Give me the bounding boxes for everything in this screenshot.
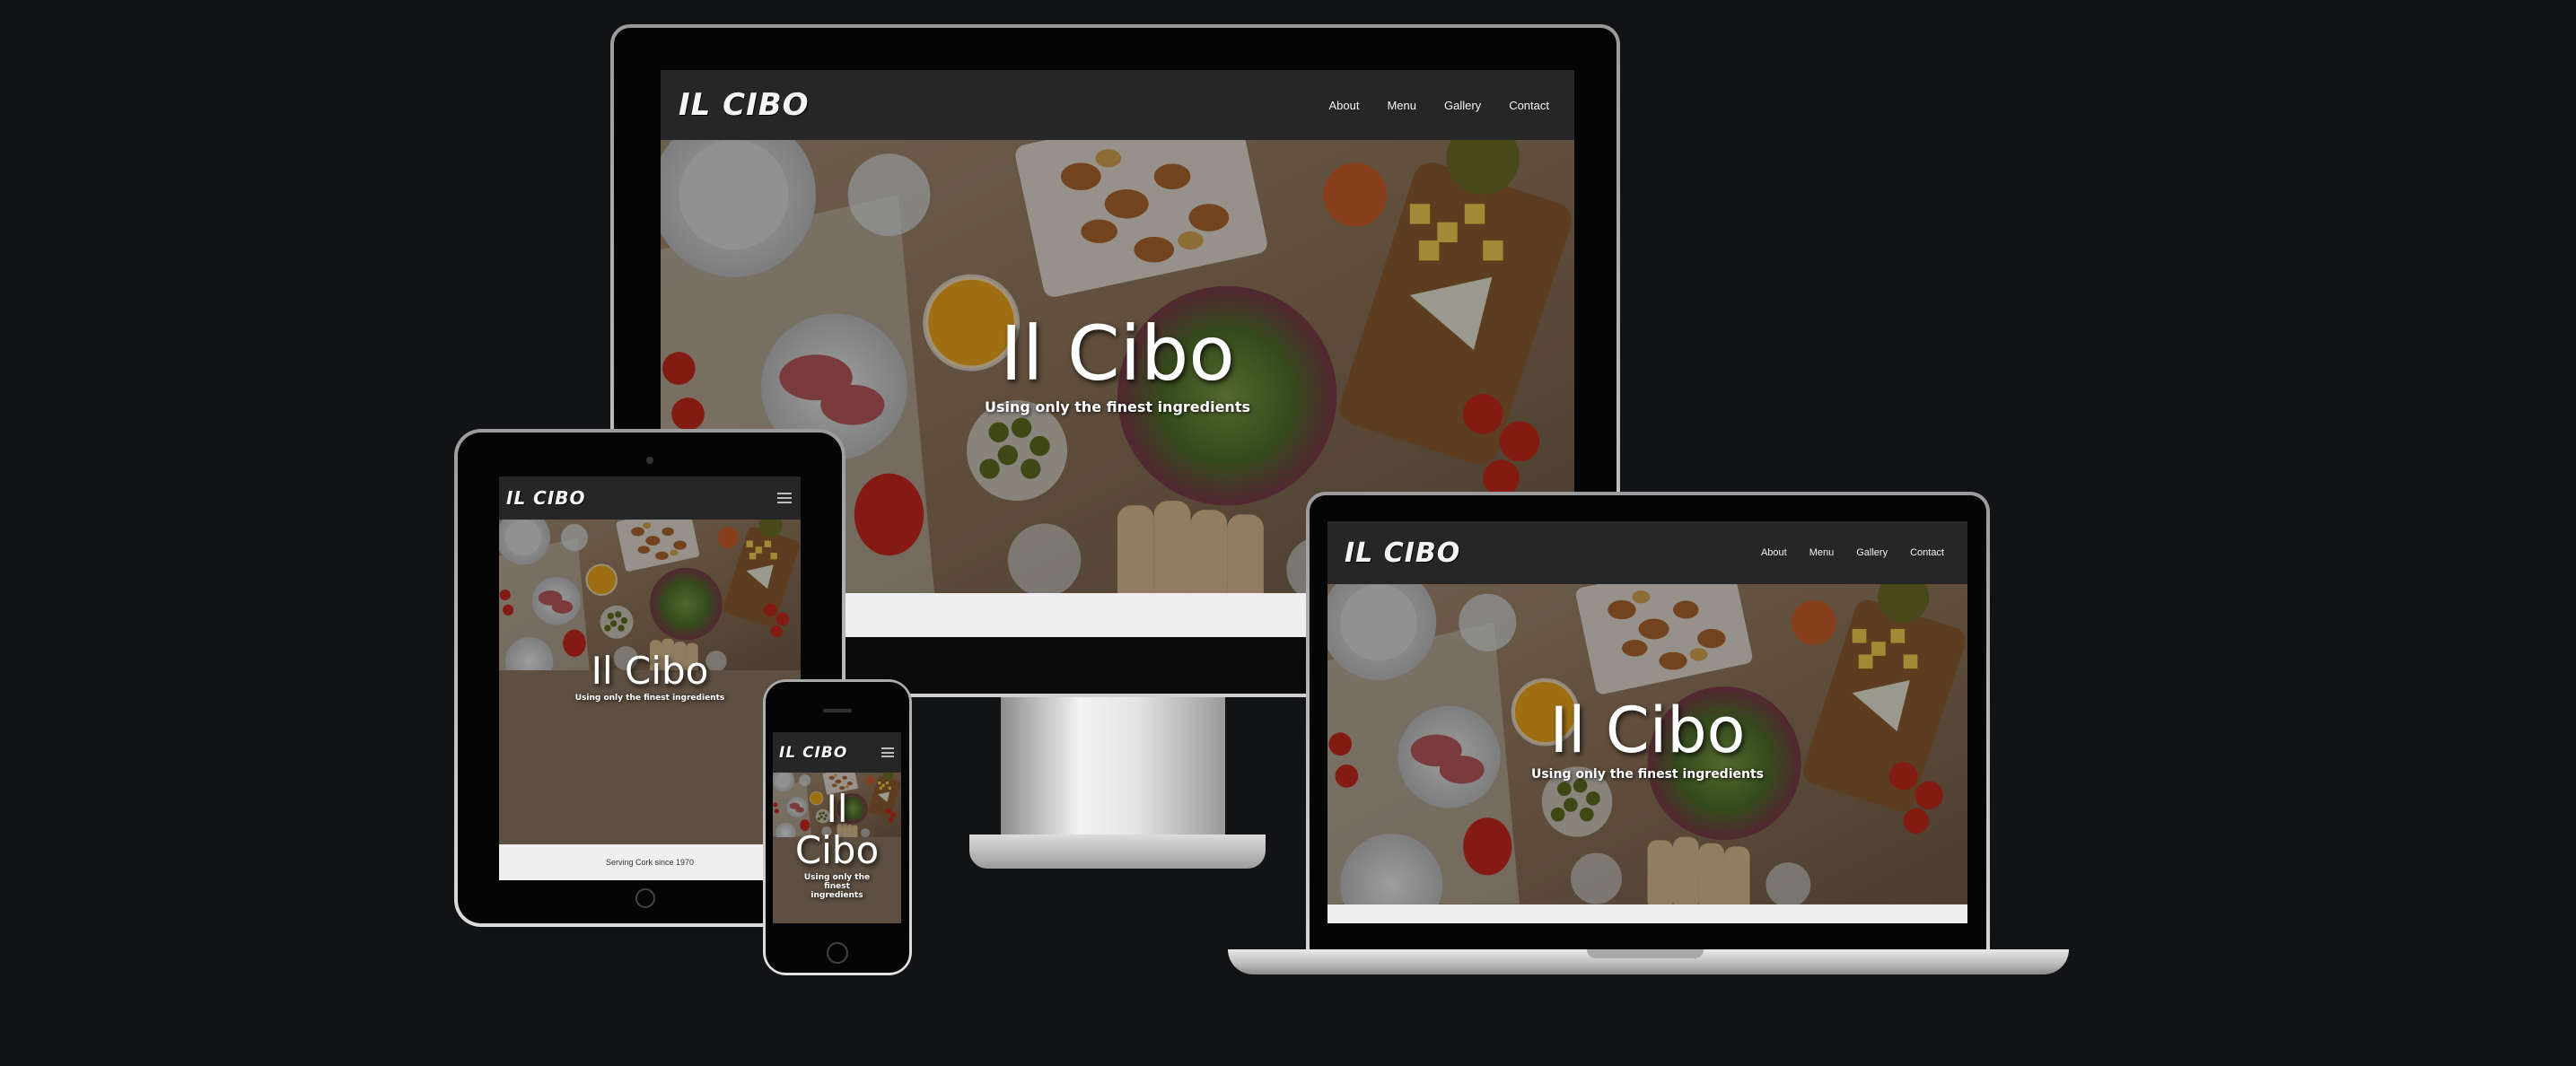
tablet-hero-subtitle: Using only the finest ingredients xyxy=(574,694,725,703)
phone-hero-title: Il Cibo xyxy=(794,787,880,873)
desktop-hero-title: Il Cibo xyxy=(1000,310,1235,398)
nav-about[interactable]: About xyxy=(1761,547,1787,558)
desktop-hero-subtitle: Using only the finest ingredients xyxy=(984,398,1250,415)
nav-gallery[interactable]: Gallery xyxy=(1444,99,1481,112)
laptop-hero-subtitle: Using only the finest ingredients xyxy=(1530,767,1764,782)
laptop-nav-links: About Menu Gallery Contact xyxy=(1761,547,1944,558)
monitor-stand-neck xyxy=(1001,691,1225,852)
tablet-hero-title: Il Cibo xyxy=(591,649,709,693)
hamburger-menu-icon[interactable] xyxy=(881,747,894,757)
tablet-logo[interactable]: IL CIBO xyxy=(506,487,586,509)
phone-logo[interactable]: IL CIBO xyxy=(779,744,847,762)
tablet-screen: IL CIBO Il Cibo Using only the finest in… xyxy=(499,476,801,880)
nav-contact[interactable]: Contact xyxy=(1509,99,1549,112)
hamburger-menu-icon[interactable] xyxy=(777,493,792,503)
tablet-footer-strip: Serving Cork since 1970 xyxy=(499,844,801,880)
phone-hero-subtitle: Using only the finest ingredients xyxy=(803,873,871,901)
phone-navbar: IL CIBO xyxy=(773,732,901,773)
nav-menu[interactable]: Menu xyxy=(1809,547,1835,558)
home-button-icon[interactable] xyxy=(635,888,655,908)
laptop-logo[interactable]: IL CIBO xyxy=(1345,537,1460,569)
laptop-hero-title: Il Cibo xyxy=(1549,694,1746,767)
monitor-stand-base xyxy=(969,834,1266,869)
laptop-trackpad-notch xyxy=(1587,949,1704,958)
tablet-hero: Il Cibo Using only the finest ingredient… xyxy=(499,520,801,844)
nav-about[interactable]: About xyxy=(1328,99,1359,112)
tablet-footer-text: Serving Cork since 1970 xyxy=(605,858,695,867)
laptop-screen: IL CIBO About Menu Gallery Contact Il Ci… xyxy=(1327,521,1967,923)
nav-gallery[interactable]: Gallery xyxy=(1856,547,1888,558)
desktop-navbar: IL CIBO About Menu Gallery Contact xyxy=(661,70,1574,140)
nav-menu[interactable]: Menu xyxy=(1387,99,1416,112)
laptop-footer-strip xyxy=(1327,904,1967,923)
desktop-nav-links: About Menu Gallery Contact xyxy=(1328,99,1549,112)
phone-hero: Il Cibo Using only the finest ingredient… xyxy=(773,773,901,923)
laptop-hero: Il Cibo Using only the finest ingredient… xyxy=(1327,584,1967,904)
phone-screen: IL CIBO Il Cibo Using only the finest in… xyxy=(773,732,901,923)
nav-contact[interactable]: Contact xyxy=(1910,547,1944,558)
earpiece xyxy=(823,709,852,712)
home-button-icon[interactable] xyxy=(827,942,848,964)
desktop-logo[interactable]: IL CIBO xyxy=(679,87,810,123)
tablet-navbar: IL CIBO xyxy=(499,476,801,520)
laptop-navbar: IL CIBO About Menu Gallery Contact xyxy=(1327,521,1967,584)
camera-icon xyxy=(646,457,653,464)
